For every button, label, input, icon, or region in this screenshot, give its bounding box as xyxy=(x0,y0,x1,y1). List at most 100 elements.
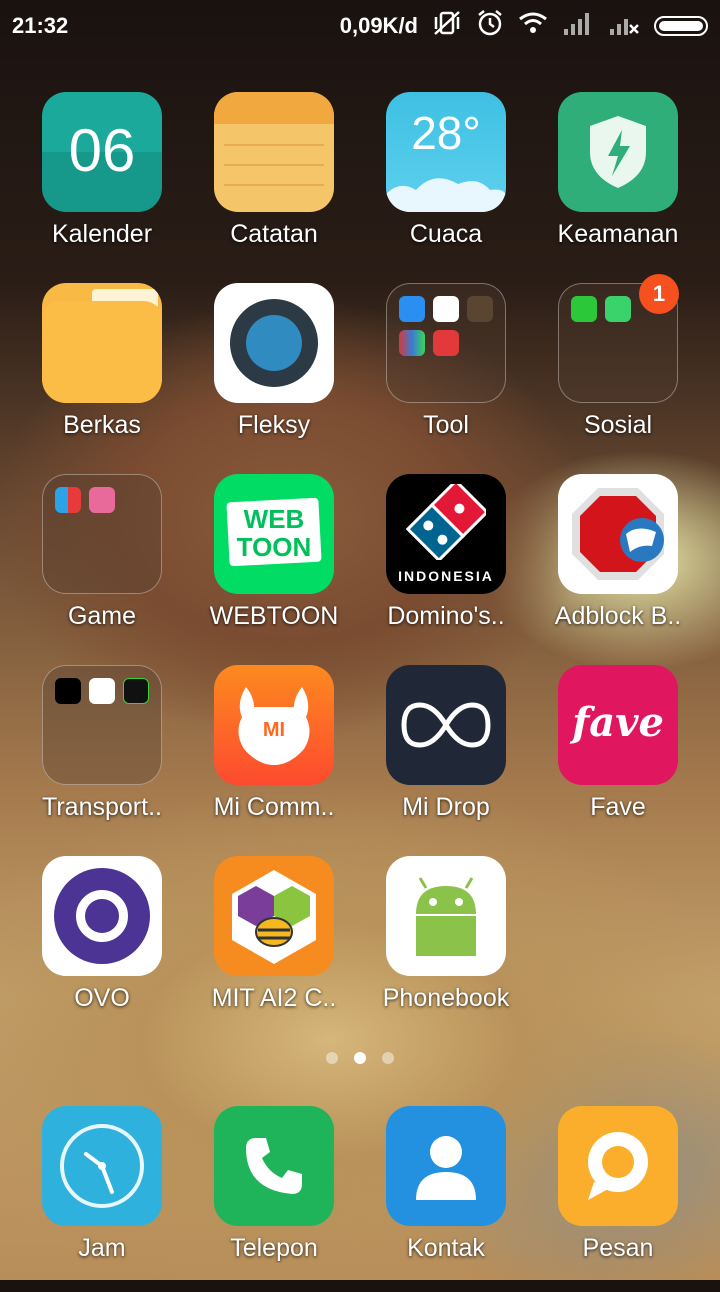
app-kalender[interactable]: 06 Kalender xyxy=(16,88,188,278)
whatsapp-icon xyxy=(605,296,631,322)
network-speed: 0,09K/d xyxy=(339,13,418,38)
mi-logo-text: MI xyxy=(262,719,286,741)
app-label: Pesan xyxy=(582,1234,654,1262)
wps-office-icon xyxy=(433,330,459,356)
bible-app-icon xyxy=(467,296,493,322)
app-phonebook[interactable]: Phonebook xyxy=(360,852,532,1042)
mit-ai2-icon xyxy=(214,856,334,976)
app-label: Kontak xyxy=(407,1234,485,1262)
app-label: OVO xyxy=(74,984,130,1012)
app-label: Tool xyxy=(423,411,469,439)
signal-icon xyxy=(562,11,594,41)
dock-kontak[interactable]: Kontak xyxy=(360,1102,532,1292)
transport-folder-icon xyxy=(42,665,162,785)
app-webtoon[interactable]: WEB TOON WEBTOON xyxy=(188,470,360,660)
android-icon xyxy=(386,856,506,976)
wifi-icon xyxy=(518,11,548,41)
line-app-icon xyxy=(571,296,597,322)
uber-icon xyxy=(55,678,81,704)
dominos-icon: INDONESIA xyxy=(386,474,506,594)
folder-tool[interactable]: Tool xyxy=(360,279,532,469)
app-label: Transport.. xyxy=(42,793,162,821)
notification-badge: 1 xyxy=(639,274,679,314)
grab-icon xyxy=(89,678,115,704)
folder-icon xyxy=(42,283,162,403)
webtoon-text-1: WEB xyxy=(243,504,305,534)
dominos-text: INDONESIA xyxy=(398,568,494,584)
app-label: WEBTOON xyxy=(209,602,339,630)
app-label: Keamanan xyxy=(557,220,679,248)
cloud-app-icon xyxy=(433,296,459,322)
social-folder-icon: 1 xyxy=(558,274,679,403)
app-ovo[interactable]: OVO xyxy=(16,852,188,1042)
winrar-app-icon xyxy=(399,330,425,356)
app-label: Mi Comm.. xyxy=(213,793,335,821)
app-keamanan[interactable]: Keamanan xyxy=(532,88,704,278)
fave-logo-text: fave xyxy=(572,699,664,746)
app-label: Domino's.. xyxy=(387,602,505,630)
phone-icon xyxy=(214,1106,334,1226)
dock-telepon[interactable]: Telepon xyxy=(188,1102,360,1292)
app-berkas[interactable]: Berkas xyxy=(16,279,188,469)
app-label: Adblock B.. xyxy=(554,602,682,630)
app-label: Fleksy xyxy=(237,411,311,439)
app-label: Mi Drop xyxy=(402,793,490,821)
adblock-icon xyxy=(558,474,678,594)
signal-no-sim-icon xyxy=(608,11,640,41)
app-catatan[interactable]: Catatan xyxy=(188,88,360,278)
app-mi-community[interactable]: MI Mi Comm.. xyxy=(188,661,360,851)
app-fleksy[interactable]: Fleksy xyxy=(188,279,360,469)
page-indicator xyxy=(0,1052,720,1064)
gojek-icon xyxy=(123,678,149,704)
app-dominos[interactable]: INDONESIA Domino's.. xyxy=(360,470,532,660)
folder-transport[interactable]: Transport.. xyxy=(16,661,188,851)
app-label: Fave xyxy=(590,793,646,821)
app-label: Cuaca xyxy=(409,220,483,248)
message-icon xyxy=(558,1106,678,1226)
anime-game-icon xyxy=(89,487,115,513)
app-adblock[interactable]: Adblock B.. xyxy=(532,470,704,660)
app-label: Jam xyxy=(78,1234,126,1262)
alarm-icon xyxy=(476,9,504,43)
status-time: 21:32 xyxy=(12,13,69,38)
calendar-date: 06 xyxy=(68,117,136,184)
battery-icon xyxy=(654,16,708,36)
notes-icon xyxy=(214,92,334,212)
dock-jam[interactable]: Jam xyxy=(16,1102,188,1292)
tool-folder-icon xyxy=(386,283,506,403)
game-folder-icon xyxy=(42,474,162,594)
app-label: Berkas xyxy=(63,411,141,439)
webtoon-text-2: TOON xyxy=(236,532,312,562)
folder-game[interactable]: Game xyxy=(16,470,188,660)
mi-drop-icon xyxy=(386,665,506,785)
battery-level xyxy=(659,21,703,31)
fave-icon: fave xyxy=(558,665,678,785)
webtoon-icon: WEB TOON xyxy=(214,474,334,594)
camera-app-icon xyxy=(399,296,425,322)
app-label: Phonebook xyxy=(382,984,510,1012)
weather-temp: 28° xyxy=(411,107,481,159)
app-label: Kalender xyxy=(51,220,153,248)
app-label: Sosial xyxy=(583,411,653,439)
app-mit-ai2[interactable]: MIT AI2 C.. xyxy=(188,852,360,1042)
app-label: MIT AI2 C.. xyxy=(211,984,337,1012)
mute-vibrate-icon xyxy=(432,9,462,43)
page-dot[interactable] xyxy=(326,1052,338,1064)
app-fave[interactable]: fave Fave xyxy=(532,661,704,851)
app-label: Telepon xyxy=(230,1234,318,1262)
folder-sosial[interactable]: 1 Sosial xyxy=(532,274,704,469)
ovo-icon xyxy=(42,856,162,976)
page-dot[interactable] xyxy=(382,1052,394,1064)
app-label: Catatan xyxy=(230,220,318,248)
status-bar: 21:32 0,09K/d xyxy=(0,0,720,52)
mi-community-icon: MI xyxy=(214,665,334,785)
app-mi-drop[interactable]: Mi Drop xyxy=(360,661,532,851)
app-label: Game xyxy=(67,602,137,630)
shield-icon xyxy=(558,92,678,212)
dock-pesan[interactable]: Pesan xyxy=(532,1102,704,1292)
contact-icon xyxy=(386,1106,506,1226)
page-dot-active[interactable] xyxy=(354,1052,366,1064)
app-cuaca[interactable]: 28° Cuaca xyxy=(360,88,532,278)
weather-icon: 28° xyxy=(386,92,506,212)
calendar-icon: 06 xyxy=(42,92,162,212)
